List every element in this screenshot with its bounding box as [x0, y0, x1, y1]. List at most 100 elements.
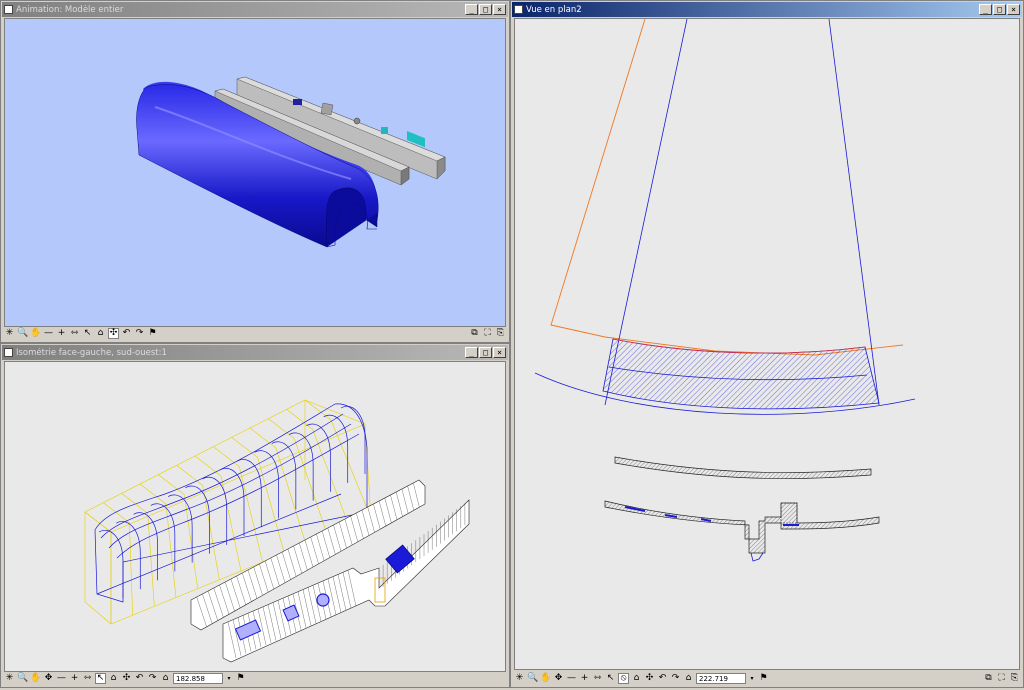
undo-view-icon[interactable]: ↶: [657, 673, 668, 684]
flag-icon[interactable]: ⚑: [758, 673, 769, 684]
camera-icon[interactable]: ⌂: [95, 328, 106, 339]
animation-titlebar[interactable]: Animation: Modèle entier _ □ ×: [2, 2, 508, 17]
measure-icon[interactable]: ⇿: [592, 673, 603, 684]
zoom-icon[interactable]: 🔍: [17, 328, 28, 339]
hatch-line: [249, 427, 277, 449]
zoom-out-icon[interactable]: —: [56, 673, 67, 684]
hatch-line: [231, 437, 258, 458]
tunnel-rib: [254, 450, 279, 519]
hatch-line: [213, 446, 240, 467]
hatch-line: [257, 457, 285, 554]
cursor-icon[interactable]: ↖: [95, 672, 106, 684]
hatch-line: [176, 465, 203, 486]
window-doc-icon: [514, 5, 523, 14]
hatch-line: [165, 503, 177, 598]
hatch-line: [147, 513, 155, 607]
wall-plan-lower: [604, 500, 880, 562]
pan-icon[interactable]: ✋: [30, 328, 41, 339]
tunnel-rib: [133, 512, 158, 581]
fit-icon[interactable]: ⛶: [482, 328, 493, 339]
pan-icon[interactable]: ✋: [540, 673, 551, 684]
zoom-out-icon[interactable]: —: [43, 328, 54, 339]
zoom-in-icon[interactable]: +: [579, 673, 590, 684]
minimize-button[interactable]: _: [465, 347, 478, 358]
select-icon[interactable]: ✳: [4, 673, 15, 684]
redo-view-icon[interactable]: ↷: [134, 328, 145, 339]
camera-icon[interactable]: ⌂: [631, 673, 642, 684]
walk-icon[interactable]: ✣: [108, 327, 119, 339]
redo-view-icon[interactable]: ↷: [670, 673, 681, 684]
plan-titlebar[interactable]: Vue en plan2 _ □ ×: [512, 2, 1022, 17]
hatch-line: [268, 418, 295, 439]
cursor-icon[interactable]: ↖: [605, 673, 616, 684]
animation-viewport[interactable]: [4, 18, 506, 327]
close-button[interactable]: ×: [493, 347, 506, 358]
chevron-down-icon[interactable]: ▾: [748, 673, 756, 684]
maximize-button[interactable]: □: [479, 4, 492, 15]
plan-zoom-field[interactable]: 222.719: [696, 672, 746, 684]
animation-window-title: Animation: Modèle entier: [16, 4, 124, 15]
orbit-icon[interactable]: ✥: [553, 673, 564, 684]
tunnel-wireframe: [94, 403, 368, 603]
isometric-titlebar[interactable]: Isométrie face-gauche, sud-ouest:1 _ □ ×: [2, 345, 508, 360]
minimize-button[interactable]: _: [465, 4, 478, 15]
measure-icon[interactable]: ⇿: [69, 328, 80, 339]
undo-view-icon[interactable]: ↶: [134, 673, 145, 684]
undo-view-icon[interactable]: ↶: [121, 328, 132, 339]
wall-plan-upper: [614, 456, 872, 479]
plan-toolbar: ✳ 🔍 ✋ ✥ — + ⇿ ↖ ⦸ ⌂ ✣ ↶ ↷ ⌂ 222.719 ▾ ⚑ …: [514, 671, 1020, 685]
hatch-line: [184, 494, 198, 589]
select-icon[interactable]: ✳: [514, 673, 525, 684]
hatch-line: [129, 522, 133, 616]
fit-icon[interactable]: ⛶: [996, 673, 1007, 684]
hatch-line: [286, 409, 313, 430]
close-button[interactable]: ×: [1007, 4, 1020, 15]
tunnel-rib: [150, 503, 176, 572]
orbit-icon[interactable]: ✥: [43, 673, 54, 684]
flag-icon[interactable]: ⚑: [147, 328, 158, 339]
minimize-button[interactable]: _: [979, 4, 992, 15]
plan-window[interactable]: Vue en plan2 _ □ × ✳ 🔍 ✋ ✥ — + ⇿ ↖ ⦸ ⌂ ✣…: [510, 0, 1024, 688]
tile-icon[interactable]: ⧉: [983, 673, 994, 684]
zoom-in-icon[interactable]: +: [69, 673, 80, 684]
zoom-icon[interactable]: 🔍: [527, 673, 538, 684]
flag-icon[interactable]: ⚑: [235, 673, 246, 684]
erase-icon[interactable]: ⦸: [618, 672, 629, 684]
hatch-line: [304, 399, 332, 421]
select-icon[interactable]: ✳: [4, 328, 15, 339]
camera-icon[interactable]: ⌂: [108, 673, 119, 684]
maximize-button[interactable]: □: [479, 347, 492, 358]
tunnel-rib: [340, 406, 366, 474]
redo-view-icon[interactable]: ↷: [147, 673, 158, 684]
measure-icon[interactable]: ⇿: [82, 673, 93, 684]
close-button[interactable]: ×: [493, 4, 506, 15]
walk-icon[interactable]: ✣: [121, 673, 132, 684]
tunnel-rib: [323, 415, 349, 483]
isometric-wireframe: [84, 399, 470, 663]
pan-icon[interactable]: ✋: [30, 673, 41, 684]
window-doc-icon: [4, 5, 13, 14]
open-folder-icon[interactable]: ⌂: [160, 673, 171, 684]
copy-icon[interactable]: ⎘: [495, 328, 506, 339]
walk-icon[interactable]: ✣: [644, 673, 655, 684]
zoom-in-icon[interactable]: +: [56, 328, 67, 339]
maximize-button[interactable]: □: [993, 4, 1006, 15]
animation-window[interactable]: Animation: Modèle entier _ □ × ✳ 🔍 ✋ — +…: [0, 0, 510, 343]
cursor-icon[interactable]: ↖: [82, 328, 93, 339]
copy-icon[interactable]: ⎘: [1009, 673, 1020, 684]
orange-reference-line: [550, 19, 904, 356]
plan-drawing: [534, 19, 916, 562]
tunnel-rib: [167, 494, 193, 563]
isometric-viewport[interactable]: [4, 361, 506, 672]
zoom-icon[interactable]: 🔍: [17, 673, 28, 684]
isometric-zoom-field[interactable]: 182.858: [173, 672, 223, 684]
tunnel-rib: [185, 485, 210, 554]
hatch-line: [103, 502, 130, 523]
hatch-line: [121, 493, 148, 514]
chevron-down-icon[interactable]: ▾: [225, 673, 233, 684]
plan-viewport[interactable]: [514, 18, 1020, 670]
open-folder-icon[interactable]: ⌂: [683, 673, 694, 684]
zoom-out-icon[interactable]: —: [566, 673, 577, 684]
tile-icon[interactable]: ⧉: [469, 328, 480, 339]
isometric-window[interactable]: Isométrie face-gauche, sud-ouest:1 _ □ ×: [0, 343, 510, 688]
